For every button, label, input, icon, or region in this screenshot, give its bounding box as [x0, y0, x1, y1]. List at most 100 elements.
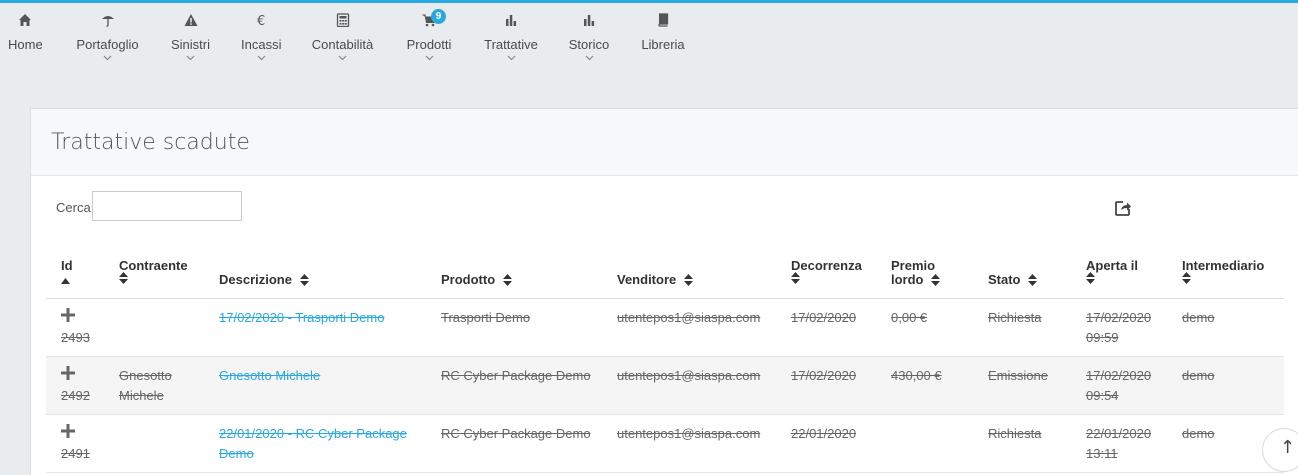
col-descrizione[interactable]: Descrizione [204, 239, 426, 299]
nav-incassi[interactable]: € Incassi [241, 13, 281, 61]
col-stato[interactable]: Stato [973, 239, 1071, 299]
page-title: Trattative scadute [51, 130, 250, 155]
cell-venditore: utentepos1@siaspa.com [602, 414, 776, 473]
col-premio-lordo[interactable]: Premio lordo [876, 239, 973, 299]
sort-icon[interactable] [299, 274, 309, 287]
expand-row-icon[interactable] [61, 307, 75, 322]
chevron-down-icon [103, 55, 112, 61]
cell-id: 2493 [46, 298, 104, 357]
cell-aperta-il: 17/02/2020 09:54 [1071, 356, 1167, 415]
warning-icon [170, 13, 211, 31]
nav-contabilita-label: Contabilità [311, 37, 374, 52]
descrizione-link[interactable]: 17/02/2020 - Trasporti Demo [219, 310, 384, 325]
search-input[interactable] [92, 191, 242, 221]
row-id: 2492 [61, 387, 90, 403]
scroll-to-top-button[interactable]: ↑ [1262, 428, 1298, 472]
contraente-line-1: Gnesotto [119, 367, 172, 383]
cell-stato: Emissione [973, 356, 1071, 415]
table-row: 2491 22/01/2020 - RC Cyber Package Demo R… [46, 414, 1284, 473]
cell-descrizione: 17/02/2020 - Trasporti Demo [204, 298, 426, 357]
calculator-icon [310, 13, 375, 31]
sort-icon[interactable] [931, 274, 941, 287]
cell-prodotto: Trasporti Demo [426, 298, 602, 357]
negotiations-table: Id Contraente Descrizione Prodotto Vendi… [46, 239, 1284, 473]
nav-prodotti-label: Prodotti [406, 37, 452, 52]
prodotti-count-badge: 9 [431, 9, 446, 24]
nav-libreria-label: Libreria [641, 37, 685, 52]
nav-incassi-label: Incassi [241, 37, 282, 52]
nav-portafoglio-label: Portafoglio [76, 37, 139, 52]
euro-icon: € [241, 13, 281, 31]
cell-prodotto: RC Cyber Package Demo [426, 356, 602, 415]
table-row: 2493 17/02/2020 - Trasporti Demo Traspor… [46, 298, 1284, 357]
sort-icon[interactable] [1182, 271, 1191, 284]
cell-stato: Richiesta [973, 414, 1071, 473]
umbrella-icon [75, 13, 140, 31]
sort-icon[interactable] [1028, 274, 1038, 287]
cell-decorrenza: 22/01/2020 [776, 414, 876, 473]
cell-contraente: Gnesotto Michele [104, 356, 204, 415]
contraente-line-2: Michele [119, 387, 164, 403]
cell-intermediario: demo [1167, 356, 1284, 415]
cell-contraente [104, 414, 204, 473]
col-aperta-il[interactable]: Aperta il [1071, 239, 1167, 299]
sort-icon[interactable] [1086, 271, 1095, 284]
cell-venditore: utentepos1@siaspa.com [602, 298, 776, 357]
panel-header: Trattative scadute [31, 109, 1298, 176]
col-venditore-label: Venditore [617, 271, 677, 287]
col-id[interactable]: Id [46, 239, 104, 299]
nav-home[interactable]: Home [8, 13, 43, 52]
home-icon [8, 13, 42, 31]
sort-asc-icon[interactable] [61, 277, 70, 284]
nav-prodotti[interactable]: 9 Prodotti [405, 9, 453, 61]
col-decorrenza-label: Decorrenza [791, 257, 862, 273]
descrizione-link[interactable]: 22/01/2020 - RC Cyber Package [219, 426, 407, 441]
nav-storico-label: Storico [568, 37, 610, 52]
col-contraente[interactable]: Contraente [104, 239, 204, 299]
col-aperta-il-label: Aperta il [1086, 257, 1139, 273]
row-id: 2493 [61, 329, 90, 345]
col-venditore[interactable]: Venditore [602, 239, 776, 299]
cell-venditore: utentepos1@siaspa.com [602, 356, 776, 415]
expired-negotiations-panel: Trattative scadute Cerca Id Contraente D… [30, 108, 1298, 475]
nav-contabilita[interactable]: Contabilità [310, 13, 375, 61]
nav-sinistri[interactable]: Sinistri [170, 13, 211, 61]
col-contraente-label: Contraente [119, 257, 188, 273]
descrizione-link[interactable]: Gnesotto Michele [219, 368, 320, 383]
nav-portafoglio[interactable]: Portafoglio [75, 13, 140, 61]
nav-libreria[interactable]: Libreria [640, 13, 686, 52]
sort-icon[interactable] [683, 274, 693, 287]
cell-descrizione: 22/01/2020 - RC Cyber Package Demo [204, 414, 426, 473]
expand-row-icon[interactable] [61, 423, 75, 438]
expand-row-icon[interactable] [61, 365, 75, 380]
aperta-il-date: 17/02/2020 [1086, 309, 1152, 325]
chevron-down-icon [257, 55, 265, 61]
table-header-row: Id Contraente Descrizione Prodotto Vendi… [46, 239, 1284, 299]
nav-trattative[interactable]: Trattative [483, 13, 539, 61]
cell-prodotto: RC Cyber Package Demo [426, 414, 602, 473]
chevron-down-icon [585, 55, 593, 61]
chevron-down-icon [425, 55, 433, 61]
aperta-il-time: 09:59 [1086, 329, 1119, 345]
col-stato-label: Stato [988, 271, 1021, 287]
col-intermediario[interactable]: Intermediario [1167, 239, 1284, 299]
sort-icon[interactable] [119, 271, 128, 284]
sort-icon[interactable] [791, 271, 800, 284]
sort-icon[interactable] [502, 274, 512, 287]
cell-premio [876, 414, 973, 473]
cell-aperta-il: 22/01/2020 13:11 [1071, 414, 1167, 473]
bar-chart-icon [483, 13, 539, 31]
row-id: 2491 [61, 445, 90, 461]
descrizione-link-2[interactable]: Demo [219, 446, 254, 461]
cell-premio: 430,00 € [876, 356, 973, 415]
cell-contraente [104, 298, 204, 357]
col-decorrenza[interactable]: Decorrenza [776, 239, 876, 299]
cell-id: 2492 [46, 356, 104, 415]
aperta-il-time: 13:11 [1086, 445, 1118, 461]
col-prodotto-label: Prodotto [441, 271, 496, 287]
col-prodotto[interactable]: Prodotto [426, 239, 602, 299]
table-row: 2492 Gnesotto Michele Gnesotto Michele RC… [46, 356, 1284, 415]
export-icon[interactable] [1114, 199, 1132, 217]
search-label: Cerca [56, 200, 91, 215]
nav-storico[interactable]: Storico [568, 13, 610, 61]
